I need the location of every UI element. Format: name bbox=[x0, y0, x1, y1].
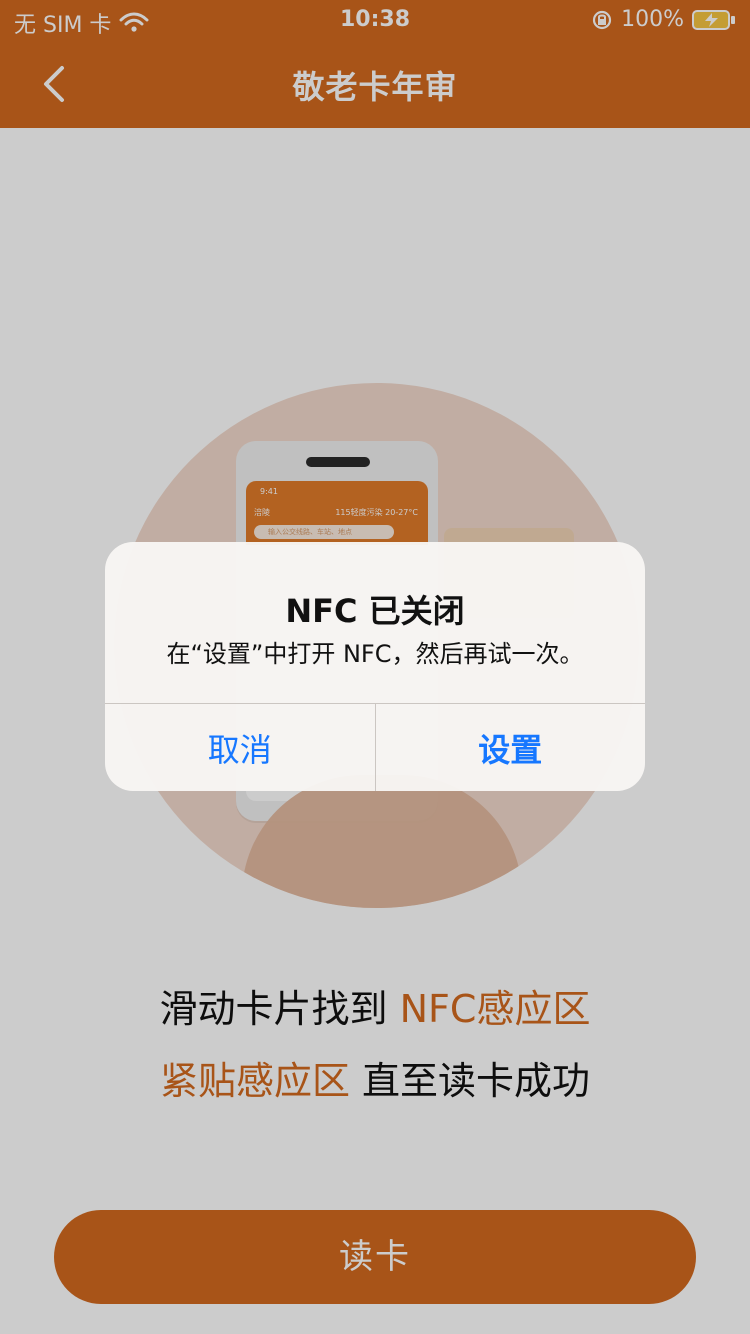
nfc-card-review-screen: 无 SIM 卡 10:38 100% 敬老卡年审 9:41 涪陵 115轻度污染… bbox=[0, 0, 750, 1334]
settings-button[interactable]: 设置 bbox=[376, 704, 646, 791]
nfc-disabled-alert: NFC 已关闭 在“设置”中打开 NFC，然后再试一次。 取消 设置 bbox=[105, 542, 645, 791]
alert-buttons: 取消 设置 bbox=[105, 704, 645, 791]
cancel-button[interactable]: 取消 bbox=[105, 704, 375, 791]
alert-message: 在“设置”中打开 NFC，然后再试一次。 bbox=[166, 640, 584, 668]
alert-title: NFC 已关闭 bbox=[285, 592, 465, 630]
